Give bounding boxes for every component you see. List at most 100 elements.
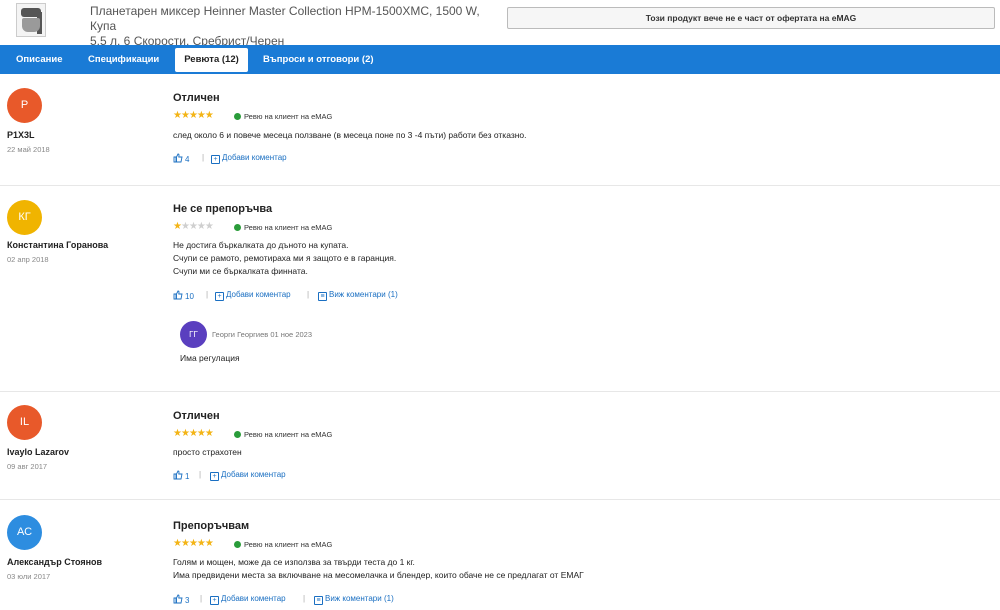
- star-filled-icon: ★: [204, 538, 214, 549]
- review-title: Отличен: [173, 92, 220, 104]
- star-rating: ★★★★★: [173, 538, 214, 549]
- star-empty-icon: ★: [204, 221, 214, 232]
- add-comment-label: Добави коментар: [221, 470, 286, 479]
- review-item: IL Ivaylo Lazarov 09 авг 2017 Отличен ★★…: [0, 392, 1000, 500]
- review-text: след около 6 и повече месеца ползване (в…: [173, 130, 527, 140]
- star-filled-icon: ★: [180, 428, 190, 439]
- product-title-line-1: Планетарен миксер Heinner Master Collect…: [90, 4, 480, 33]
- product-thumbnail[interactable]: [16, 3, 46, 37]
- star-filled-icon: ★: [188, 428, 198, 439]
- star-filled-icon: ★: [173, 538, 182, 549]
- review-author: P1X3L: [7, 130, 35, 140]
- add-comment-label: Добави коментар: [222, 153, 287, 162]
- review-text: Счупи ми се бъркалката финната.: [173, 266, 308, 276]
- review-date: 09 авг 2017: [7, 462, 48, 471]
- star-filled-icon: ★: [188, 110, 198, 121]
- view-comments-button[interactable]: ≡ Виж коментари (1): [318, 290, 398, 301]
- like-count: 4: [185, 155, 190, 164]
- divider: |: [303, 594, 306, 603]
- tab-bar: Описание Спецификации Ревюта (12) Въпрос…: [0, 45, 1000, 74]
- star-rating: ★★★★★: [173, 110, 214, 121]
- review-author: Константина Горанова: [7, 240, 109, 250]
- star-empty-icon: ★: [196, 221, 206, 232]
- tab-reviews[interactable]: Ревюта (12): [175, 48, 248, 72]
- tab-description[interactable]: Описание: [10, 48, 69, 72]
- add-comment-label: Добави коментар: [226, 290, 291, 299]
- star-filled-icon: ★: [173, 110, 182, 121]
- star-filled-icon: ★: [173, 428, 182, 439]
- review-title: Препоръчвам: [173, 520, 250, 532]
- review-text: Има предвидени места за включване на мес…: [173, 570, 584, 580]
- thumbs-up-icon: [173, 290, 183, 300]
- view-comments-label: Виж коментари (1): [329, 290, 398, 299]
- star-rating: ★★★★★: [173, 221, 214, 232]
- add-comment-button[interactable]: + Добави коментар: [210, 594, 286, 605]
- star-filled-icon: ★: [196, 428, 206, 439]
- avatar: АС: [7, 515, 42, 550]
- divider: |: [199, 470, 202, 479]
- star-filled-icon: ★: [180, 538, 190, 549]
- verified-label: Ревю на клиент на eMAG: [244, 430, 333, 439]
- review-author: Ivaylo Lazarov: [7, 447, 70, 457]
- review-title: Не се препоръчва: [173, 203, 273, 215]
- divider: |: [200, 594, 203, 603]
- review-title: Отличен: [173, 410, 220, 422]
- like-button[interactable]: 3: [173, 594, 189, 605]
- like-count: 3: [185, 596, 190, 605]
- tab-questions[interactable]: Въпроси и отговори (2): [257, 48, 380, 72]
- review-text: Счупи се рамото, ремотираха ми я защото …: [173, 253, 397, 263]
- star-filled-icon: ★: [204, 110, 214, 121]
- star-filled-icon: ★: [196, 110, 206, 121]
- like-button[interactable]: 10: [173, 290, 194, 301]
- view-comments-label: Виж коментари (1): [325, 594, 394, 603]
- add-comment-button[interactable]: + Добави коментар: [210, 470, 286, 481]
- like-count: 1: [185, 472, 190, 481]
- add-comment-button[interactable]: + Добави коментар: [211, 153, 287, 164]
- divider: |: [206, 290, 209, 299]
- comments-icon: ≡: [318, 292, 327, 301]
- check-icon: [234, 431, 241, 438]
- product-title: Планетарен миксер Heinner Master Collect…: [90, 4, 490, 49]
- verified-label: Ревю на клиент на eMAG: [244, 112, 333, 121]
- avatar: IL: [7, 405, 42, 440]
- check-icon: [234, 541, 241, 548]
- divider: |: [307, 290, 310, 299]
- review-text: просто страхотен: [173, 447, 242, 457]
- plus-icon: +: [211, 155, 220, 164]
- review-item: КГ Константина Горанова 02 апр 2018 Не с…: [0, 186, 1000, 392]
- plus-icon: +: [215, 292, 224, 301]
- review-date: 03 юли 2017: [7, 572, 51, 581]
- comment-meta: Георги Георгиев 01 ное 2023: [212, 330, 312, 339]
- star-filled-icon: ★: [188, 538, 198, 549]
- review-date: 22 май 2018: [7, 145, 50, 154]
- star-empty-icon: ★: [180, 221, 190, 232]
- add-comment-button[interactable]: + Добави коментар: [215, 290, 291, 301]
- add-comment-label: Добави коментар: [221, 594, 286, 603]
- star-filled-icon: ★: [180, 110, 190, 121]
- comment-avatar: ГГ: [180, 321, 207, 348]
- avatar: КГ: [7, 200, 42, 235]
- verified-badge: Ревю на клиент на eMAG: [234, 223, 332, 232]
- tab-specifications[interactable]: Спецификации: [82, 48, 165, 72]
- like-button[interactable]: 1: [173, 470, 189, 481]
- star-rating: ★★★★★: [173, 428, 214, 439]
- verified-label: Ревю на клиент на eMAG: [244, 223, 333, 232]
- plus-icon: +: [210, 472, 219, 481]
- review-text: Не достига бъркалката до дъното на купат…: [173, 240, 349, 250]
- review-author: Александър Стоянов: [7, 557, 103, 567]
- check-icon: [234, 113, 241, 120]
- thumbs-up-icon: [173, 153, 183, 163]
- plus-icon: +: [210, 596, 219, 605]
- divider: |: [202, 153, 205, 162]
- star-filled-icon: ★: [173, 221, 182, 232]
- review-date: 02 апр 2018: [7, 255, 49, 264]
- review-comment: ГГ Георги Георгиев 01 ное 2023 Има регул…: [180, 321, 580, 371]
- check-icon: [234, 224, 241, 231]
- star-filled-icon: ★: [196, 538, 206, 549]
- view-comments-button[interactable]: ≡ Виж коментари (1): [314, 594, 394, 605]
- like-button[interactable]: 4: [173, 153, 189, 164]
- review-item: АС Александър Стоянов 03 юли 2017 Препор…: [0, 500, 1000, 610]
- review-text: Голям и мощен, може да се използва за тв…: [173, 557, 415, 567]
- verified-badge: Ревю на клиент на eMAG: [234, 540, 332, 549]
- thumbs-up-icon: [173, 594, 183, 604]
